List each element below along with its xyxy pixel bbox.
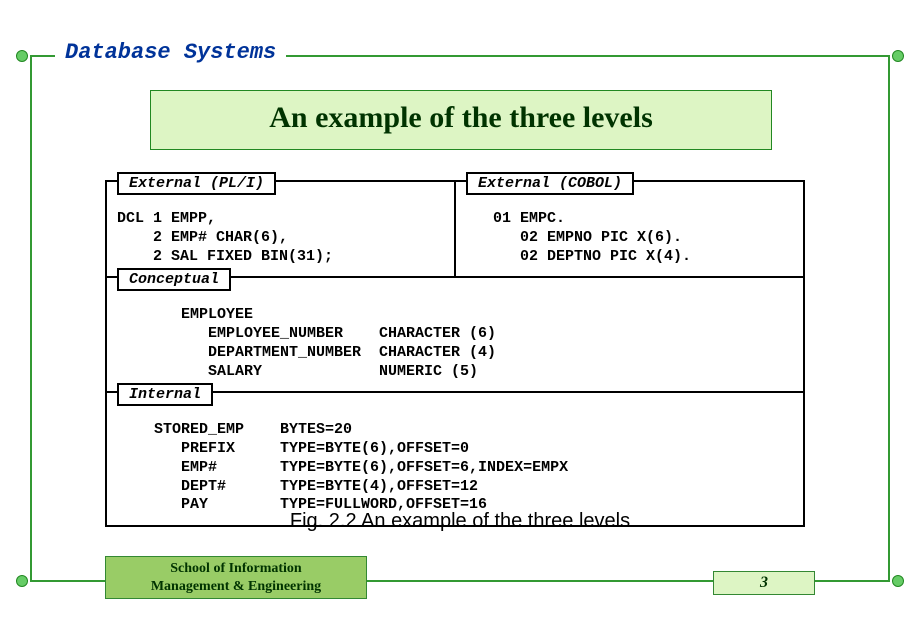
diagram-outer: External (PL/I) DCL 1 EMPP, 2 EMP# CHAR(… <box>105 180 805 527</box>
three-level-diagram: External (PL/I) DCL 1 EMPP, 2 EMP# CHAR(… <box>105 180 805 527</box>
external-pl1-label: External (PL/I) <box>117 172 276 195</box>
slide-title: An example of the three levels <box>269 101 653 134</box>
internal-box: Internal STORED_EMP BYTES=20 PREFIX TYPE… <box>107 393 803 525</box>
footer-school-line1: School of Information <box>106 560 366 578</box>
external-cobol-box: External (COBOL) 01 EMPC. 02 EMPNO PIC X… <box>456 182 803 276</box>
course-header: Database Systems <box>55 40 286 65</box>
external-cobol-label: External (COBOL) <box>466 172 634 195</box>
conceptual-box: Conceptual EMPLOYEE EMPLOYEE_NUMBER CHAR… <box>107 278 803 393</box>
external-pl1-code: DCL 1 EMPP, 2 EMP# CHAR(6), 2 SAL FIXED … <box>117 210 444 266</box>
footer-pagenum: 3 <box>713 571 815 595</box>
figure-caption: Fig. 2.2 An example of the three levels <box>0 510 920 533</box>
slide-title-box: An example of the three levels <box>150 90 772 150</box>
external-cobol-code: 01 EMPC. 02 EMPNO PIC X(6). 02 DEPTNO PI… <box>466 210 793 266</box>
external-pl1-box: External (PL/I) DCL 1 EMPP, 2 EMP# CHAR(… <box>107 182 456 276</box>
corner-dot-top-right <box>892 50 904 62</box>
internal-label: Internal <box>117 383 213 406</box>
corner-dot-top-left <box>16 50 28 62</box>
footer-school: School of Information Management & Engin… <box>105 556 367 599</box>
footer-school-line2: Management & Engineering <box>106 578 366 596</box>
conceptual-code: EMPLOYEE EMPLOYEE_NUMBER CHARACTER (6) D… <box>127 306 793 381</box>
corner-dot-bottom-right <box>892 575 904 587</box>
external-row: External (PL/I) DCL 1 EMPP, 2 EMP# CHAR(… <box>107 182 803 278</box>
corner-dot-bottom-left <box>16 575 28 587</box>
conceptual-label: Conceptual <box>117 268 231 291</box>
internal-code: STORED_EMP BYTES=20 PREFIX TYPE=BYTE(6),… <box>127 421 793 515</box>
